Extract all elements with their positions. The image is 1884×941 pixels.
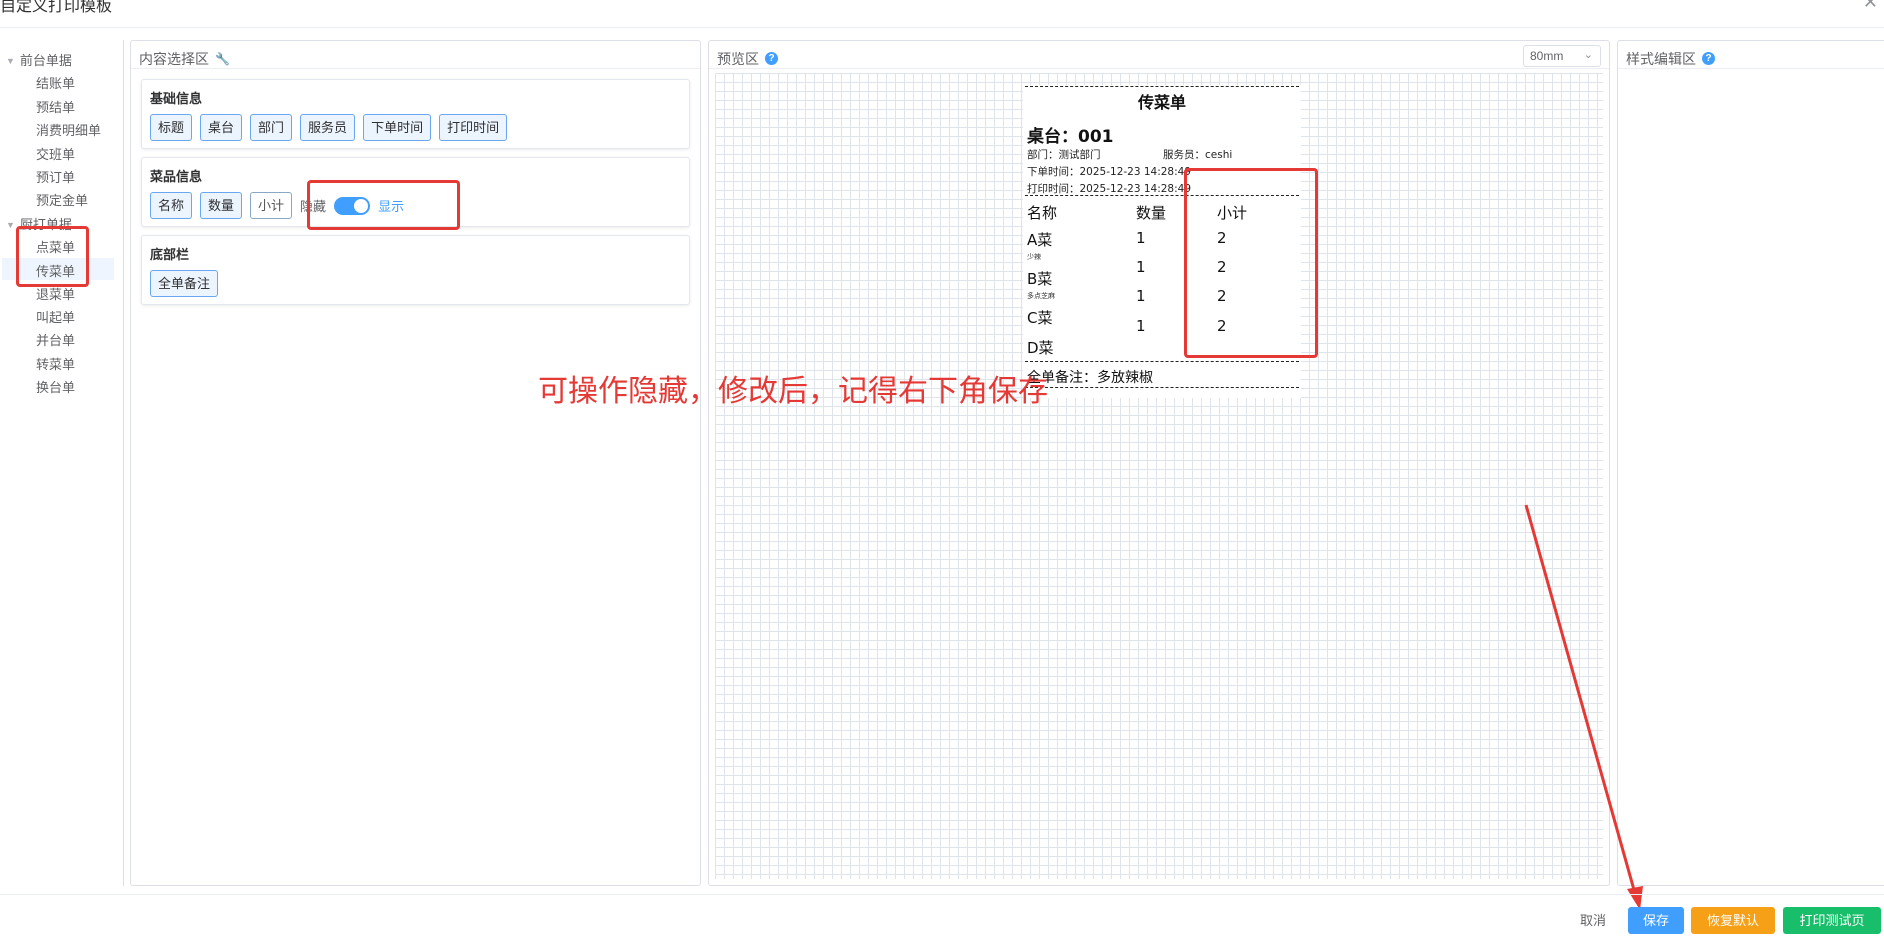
footer-divider (0, 894, 1884, 895)
restore-default-button[interactable]: 恢复默认 (1691, 907, 1775, 934)
annotation-arrow (1524, 504, 1643, 910)
cancel-button[interactable]: 取消 (1568, 907, 1618, 934)
print-test-page-button[interactable]: 打印测试页 (1783, 907, 1881, 934)
save-button[interactable]: 保存 (1628, 907, 1684, 934)
